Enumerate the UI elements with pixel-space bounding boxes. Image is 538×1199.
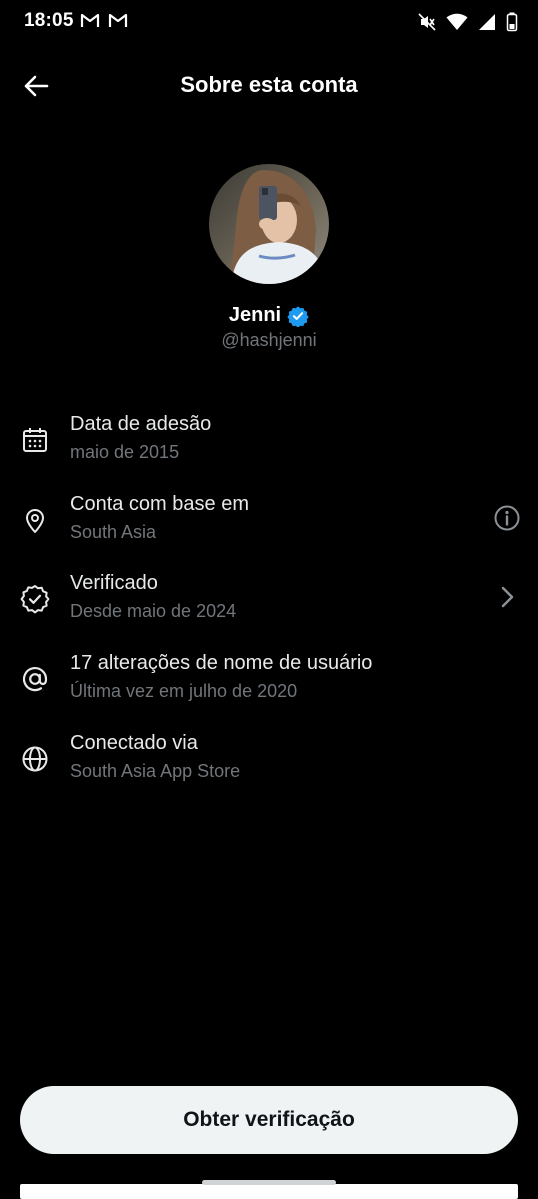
get-verified-button[interactable]: Obter verificação xyxy=(20,1086,518,1154)
system-status-icons xyxy=(418,12,518,32)
info-icon[interactable] xyxy=(492,503,522,533)
info-row-username-changes: 17 alterações de nome de usuário Última … xyxy=(0,642,538,714)
globe-icon xyxy=(22,746,48,772)
wifi-icon xyxy=(446,13,468,30)
row-title: Conta com base em xyxy=(70,493,249,515)
info-row-verified[interactable]: Verificado Desde maio de 2024 xyxy=(0,562,538,634)
top-app-bar: Sobre esta conta xyxy=(0,60,538,110)
profile-name-row: Jenni xyxy=(0,304,538,327)
avatar[interactable] xyxy=(209,164,329,284)
info-row-based-in: Conta com base em South Asia xyxy=(0,483,538,555)
row-subtitle: South Asia xyxy=(70,522,157,542)
row-title: Conectado via xyxy=(70,732,198,754)
battery-icon xyxy=(506,12,518,32)
page-title: Sobre esta conta xyxy=(180,72,358,97)
verified-badge-icon xyxy=(20,585,50,614)
row-subtitle: South Asia App Store xyxy=(70,761,241,781)
mute-icon xyxy=(418,13,436,31)
at-sign-icon xyxy=(22,667,48,692)
bottom-sheet-peek xyxy=(20,1184,518,1199)
row-title: Verificado xyxy=(70,572,158,594)
profile-name: Jenni xyxy=(228,304,282,326)
status-time: 18:05 xyxy=(24,10,74,31)
signal-icon xyxy=(479,14,495,30)
row-title: Data de adesão xyxy=(70,413,212,435)
row-title: 17 alterações de nome de usuário xyxy=(70,652,373,674)
home-indicator[interactable] xyxy=(202,1180,336,1185)
row-subtitle: Última vez em julho de 2020 xyxy=(70,681,298,701)
calendar-icon xyxy=(23,428,47,452)
status-bar: 18:05 xyxy=(0,0,538,44)
info-row-join-date: Data de adesão maio de 2015 xyxy=(0,403,538,475)
gmail-icon xyxy=(108,13,128,27)
location-pin-icon xyxy=(26,509,44,533)
info-row-connected-via: Conectado via South Asia App Store xyxy=(0,722,538,794)
row-subtitle: Desde maio de 2024 xyxy=(70,601,237,621)
gmail-icon xyxy=(80,13,100,27)
verified-badge-icon[interactable] xyxy=(287,305,309,327)
profile-handle: @hashjenni xyxy=(221,330,317,350)
chevron-right-icon xyxy=(501,586,514,608)
row-subtitle: maio de 2015 xyxy=(70,442,180,462)
avatar-photo xyxy=(209,164,329,284)
